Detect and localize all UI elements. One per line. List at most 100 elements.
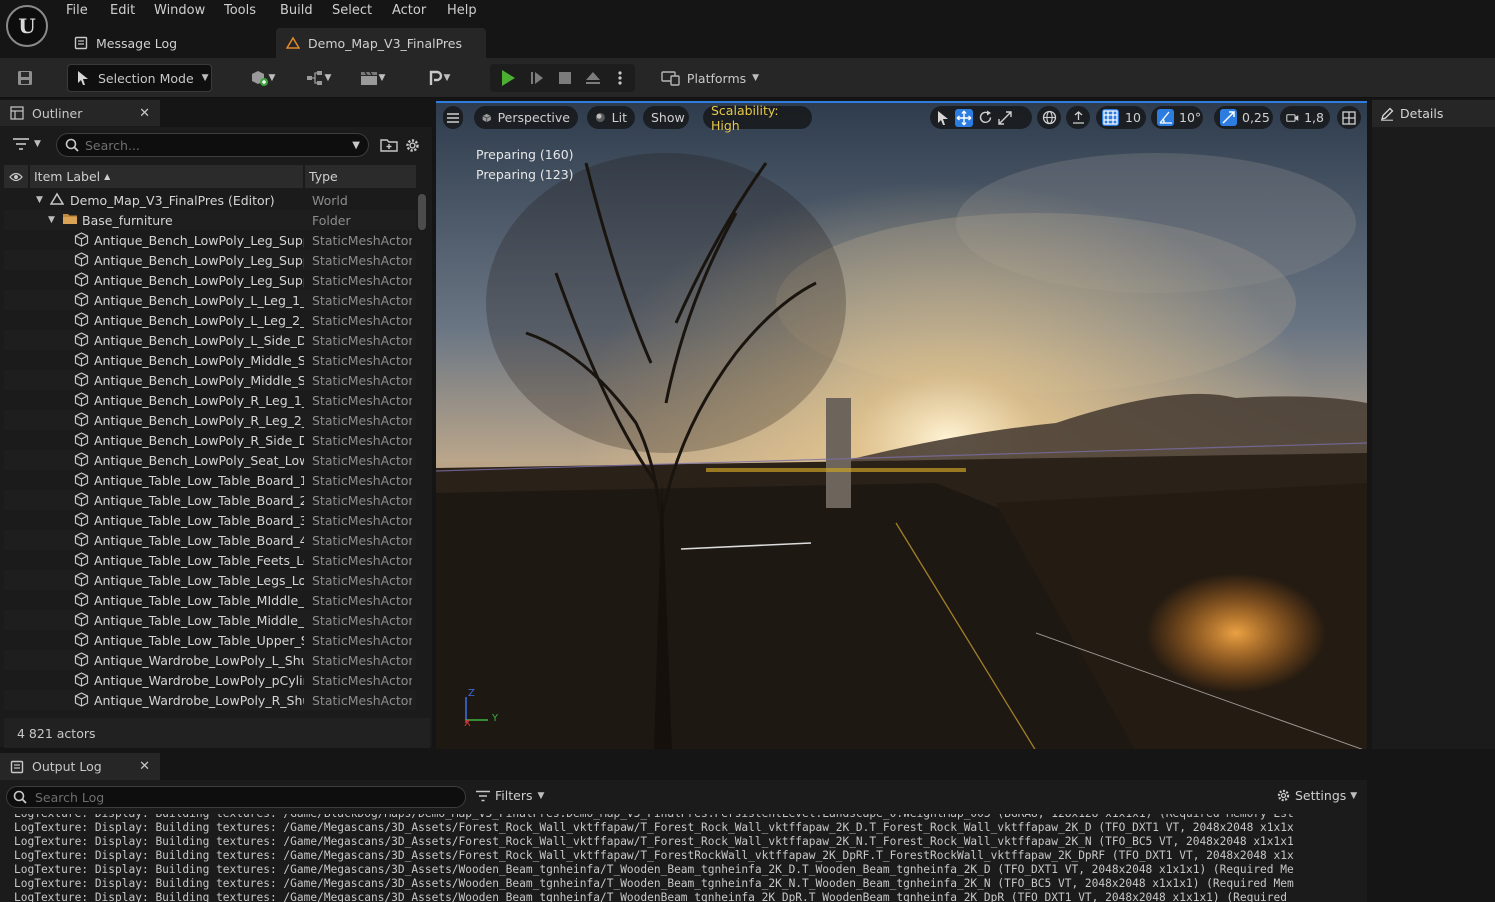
outliner-row[interactable]: Antique_Bench_LowPoly_Leg_Suppo StaticMes… <box>4 270 416 290</box>
outliner-tab-label: Outliner <box>32 105 83 121</box>
scale-tool-button[interactable] <box>998 110 1012 125</box>
menu-help[interactable]: Help <box>447 3 477 21</box>
menu-window[interactable]: Window <box>154 3 205 21</box>
output-log-tab[interactable]: Output Log ✕ <box>0 753 160 780</box>
visibility-eye-icon[interactable] <box>4 172 28 182</box>
item-label-column-header[interactable]: Item Label ▲ <box>30 169 303 184</box>
rotation-snap-value: 10° <box>1179 110 1202 125</box>
outliner-row[interactable]: Antique_Table_Low_Table_MIddle_S StaticMe… <box>4 590 416 610</box>
world-local-button[interactable] <box>1037 106 1061 129</box>
sort-ascending-icon: ▲ <box>104 172 111 181</box>
menu-actor[interactable]: Actor <box>392 3 426 21</box>
scale-snap-button[interactable]: 0,25 <box>1214 106 1273 129</box>
filters-button[interactable]: Filters ▼ <box>476 788 544 803</box>
angle-snap-icon <box>1157 109 1174 126</box>
menu-build[interactable]: Build <box>280 3 313 21</box>
cinematics-button[interactable]: ▼ <box>352 64 392 92</box>
menu-tools[interactable]: Tools <box>224 3 256 21</box>
outliner-row[interactable]: Antique_Wardrobe_LowPoly_R_Shutt StaticMe… <box>4 690 416 710</box>
level-viewport[interactable] <box>436 101 1367 749</box>
level-icon <box>286 36 300 49</box>
row-label: Antique_Bench_LowPoly_Middle_Sup <box>94 352 304 368</box>
outliner-row[interactable]: Antique_Bench_LowPoly_Seat_Low StaticMesh… <box>4 450 416 470</box>
menu-file[interactable]: File <box>66 3 88 21</box>
outliner-row[interactable]: Antique_Wardrobe_LowPoly_pCylind StaticMe… <box>4 670 416 690</box>
selection-mode-dropdown[interactable]: Selection Mode ▼ <box>67 64 212 92</box>
save-button[interactable] <box>10 64 40 92</box>
lit-mode-button[interactable]: Lit <box>587 106 635 129</box>
scalability-button[interactable]: Scalability: High <box>703 103 812 133</box>
details-tab[interactable]: Details <box>1372 100 1495 127</box>
tab-message-log[interactable]: Message Log <box>64 28 269 58</box>
outliner-row[interactable]: Antique_Table_Low_Table_Board_2_ StaticMe… <box>4 490 416 510</box>
outliner-row[interactable]: Antique_Bench_LowPoly_R_Leg_2_Lo StaticMe… <box>4 410 416 430</box>
log-line: LogTexture: Display: Building textures: … <box>14 821 1294 834</box>
outliner-row[interactable]: Antique_Bench_LowPoly_Leg_Suppo StaticMes… <box>4 230 416 250</box>
outliner-row[interactable]: Antique_Table_Low_Table_Upper_Su StaticMe… <box>4 630 416 650</box>
rotation-snap-button[interactable]: 10° <box>1151 106 1203 129</box>
mode-p-button[interactable]: ▼ <box>420 64 458 92</box>
row-type: StaticMeshActor <box>312 552 412 568</box>
perspective-button[interactable]: Perspective <box>474 106 578 129</box>
outliner-row-folder[interactable]: ▼ Base_furniture Folder <box>4 210 416 230</box>
menu-edit[interactable]: Edit <box>110 3 135 21</box>
play-options-button[interactable] <box>610 64 630 92</box>
expand-arrow-icon[interactable]: ▼ <box>36 195 43 205</box>
outliner-scrollbar-thumb[interactable] <box>418 194 426 230</box>
rotate-tool-button[interactable] <box>978 110 993 125</box>
clapperboard-icon <box>360 71 377 85</box>
row-label: Antique_Bench_LowPoly_R_Leg_2_Lo <box>94 412 304 428</box>
expand-arrow-icon[interactable]: ▼ <box>48 215 55 225</box>
outliner-row[interactable]: Antique_Table_Low_Table_Middle_Su StaticM… <box>4 610 416 630</box>
static-mesh-icon <box>74 592 89 607</box>
add-folder-button[interactable] <box>380 137 398 153</box>
outliner-row[interactable]: Antique_Wardrobe_LowPoly_L_Shutt StaticMe… <box>4 650 416 670</box>
type-column-header[interactable]: Type <box>305 169 338 184</box>
eject-button[interactable] <box>580 64 606 92</box>
outliner-row[interactable]: Antique_Table_Low_Table_Legs_Low StaticMe… <box>4 570 416 590</box>
stop-button[interactable] <box>552 64 578 92</box>
menu-select[interactable]: Select <box>332 3 372 21</box>
viewport-layout-button[interactable] <box>1337 106 1361 129</box>
outliner-row[interactable]: Antique_Bench_LowPoly_L_Leg_1_Lo StaticMe… <box>4 290 416 310</box>
close-icon[interactable]: ✕ <box>139 106 150 121</box>
log-line: LogTexture: Display: Building textures: … <box>14 835 1294 848</box>
unreal-logo-icon[interactable]: U <box>6 5 48 47</box>
settings-label: Settings <box>1295 788 1347 803</box>
folder-icon <box>62 212 78 225</box>
show-button[interactable]: Show <box>643 106 689 129</box>
blueprints-button[interactable]: ▼ <box>298 64 338 92</box>
outliner-row[interactable]: Antique_Bench_LowPoly_L_Leg_2_Lo StaticMe… <box>4 310 416 330</box>
outliner-row[interactable]: Antique_Bench_LowPoly_R_Side_Dec StaticMe… <box>4 430 416 450</box>
log-search-input[interactable]: Search Log <box>6 786 466 808</box>
close-icon[interactable]: ✕ <box>139 759 150 774</box>
outliner-row[interactable]: Antique_Bench_LowPoly_R_Leg_1_Lo StaticMe… <box>4 390 416 410</box>
outliner-row-world[interactable]: ▼ Demo_Map_V3_FinalPres (Editor) World <box>4 190 416 210</box>
outliner-search-input[interactable]: Search... ▼ <box>56 133 369 157</box>
outliner-row[interactable]: Antique_Table_Low_Table_Board_4_ StaticMe… <box>4 530 416 550</box>
log-settings-button[interactable]: Settings ▼ <box>1276 788 1357 803</box>
outliner-row[interactable]: Antique_Bench_LowPoly_Middle_Sup StaticMe… <box>4 370 416 390</box>
skip-frame-button[interactable] <box>523 64 551 92</box>
platforms-button[interactable]: Platforms ▼ <box>660 64 760 92</box>
grid-snap-button[interactable]: 10 <box>1096 106 1146 129</box>
filter-button[interactable]: ▼ <box>12 137 41 151</box>
outliner-row[interactable]: Antique_Table_Low_Table_Board_1_ StaticMe… <box>4 470 416 490</box>
outliner-row[interactable]: Antique_Table_Low_Table_Board_3_ StaticMe… <box>4 510 416 530</box>
viewport-menu-button[interactable] <box>443 106 463 129</box>
outliner-scrollbar[interactable] <box>418 190 426 715</box>
tab-map[interactable]: Demo_Map_V3_FinalPres <box>276 28 486 58</box>
add-actor-button[interactable]: ▼ <box>242 64 282 92</box>
outliner-row[interactable]: Antique_Bench_LowPoly_Leg_Suppo StaticMes… <box>4 250 416 270</box>
static-mesh-icon <box>74 352 89 367</box>
translate-tool-button[interactable] <box>955 108 973 127</box>
select-tool-button[interactable] <box>936 110 950 126</box>
surface-snap-button[interactable] <box>1066 106 1090 129</box>
outliner-row[interactable]: Antique_Bench_LowPoly_Middle_Sup StaticMe… <box>4 350 416 370</box>
outliner-settings-button[interactable] <box>404 137 421 154</box>
outliner-row[interactable]: Antique_Bench_LowPoly_L_Side_Dec StaticMe… <box>4 330 416 350</box>
outliner-row[interactable]: Antique_Table_Low_Table_Feets_Low StaticM… <box>4 550 416 570</box>
camera-speed-button[interactable]: 1,8 <box>1280 106 1330 129</box>
play-button[interactable] <box>494 64 522 92</box>
outliner-tab[interactable]: Outliner ✕ <box>0 100 160 127</box>
